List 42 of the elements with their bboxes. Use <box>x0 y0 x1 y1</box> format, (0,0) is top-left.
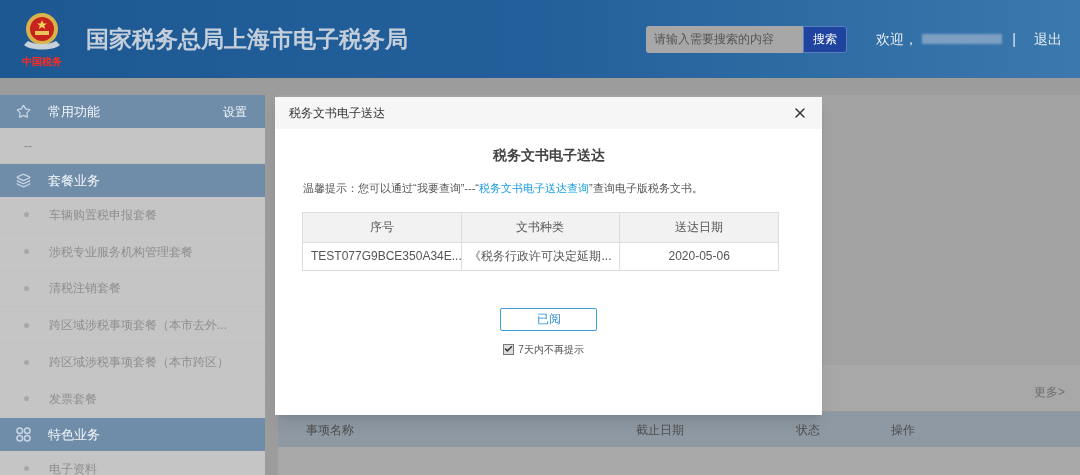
section-title: 特色业务 <box>48 425 100 444</box>
table-cell: TEST077G9BCE350A34E... <box>302 242 462 270</box>
bullet-icon <box>24 359 29 365</box>
settings-link[interactable]: 设置 <box>223 102 247 121</box>
checkbox[interactable] <box>503 343 515 355</box>
column-header: 状态 <box>796 421 821 439</box>
star-icon <box>16 104 31 119</box>
bullet-icon <box>24 396 29 402</box>
bullet-icon <box>24 286 29 291</box>
bullet-icon <box>24 212 29 218</box>
dialog-heading: 税务文书电子送达 <box>492 146 605 165</box>
read-button[interactable]: 已阅 <box>500 307 597 331</box>
bullet-icon <box>24 322 29 328</box>
table-cell: 《税务行政许可决定延期... <box>461 242 620 270</box>
grid-icon <box>16 426 31 442</box>
welcome-text: 欢迎， <box>876 29 919 49</box>
search-button[interactable]: 搜索 <box>803 25 848 53</box>
logo-caption: 中国税务 <box>22 57 62 67</box>
layers-icon <box>16 173 31 188</box>
bullet-icon <box>24 249 29 255</box>
column-header: 序号 <box>302 212 462 242</box>
logout-link[interactable]: 退出 <box>1034 28 1062 50</box>
checkbox-label: 7天内不再提示 <box>518 342 584 357</box>
bullet-icon <box>24 466 29 472</box>
column-header: 文书种类 <box>461 212 620 242</box>
section-header[interactable]: 套餐业务 <box>0 164 265 197</box>
section-title: 常用功能 <box>48 102 100 121</box>
column-header: 事项名称 <box>306 421 355 439</box>
table-cell: 2020-05-06 <box>619 242 779 270</box>
column-header: 截止日期 <box>636 421 685 439</box>
tip-text: 温馨提示：您可以通过“我要查询”---“税务文书电子送达查询”查询电子版税务文书。 <box>303 181 704 196</box>
section-header[interactable]: 特色业务 <box>0 417 265 451</box>
search-field[interactable]: 请输入需要搜索的内容 <box>646 25 804 53</box>
dialog-title: 税务文书电子送达 <box>289 105 385 122</box>
column-header: 操作 <box>891 421 916 439</box>
section-title: 套餐业务 <box>48 171 100 190</box>
sidebar-item[interactable]: -- <box>24 136 32 155</box>
query-link[interactable]: 税务文书电子送达查询 <box>479 182 589 194</box>
column-header: 送达日期 <box>619 212 779 242</box>
site-title: 国家税务总局上海市电子税务局 <box>86 24 408 54</box>
section-header[interactable]: 常用功能 设置 <box>0 95 265 128</box>
separator-text: | <box>1012 29 1016 49</box>
